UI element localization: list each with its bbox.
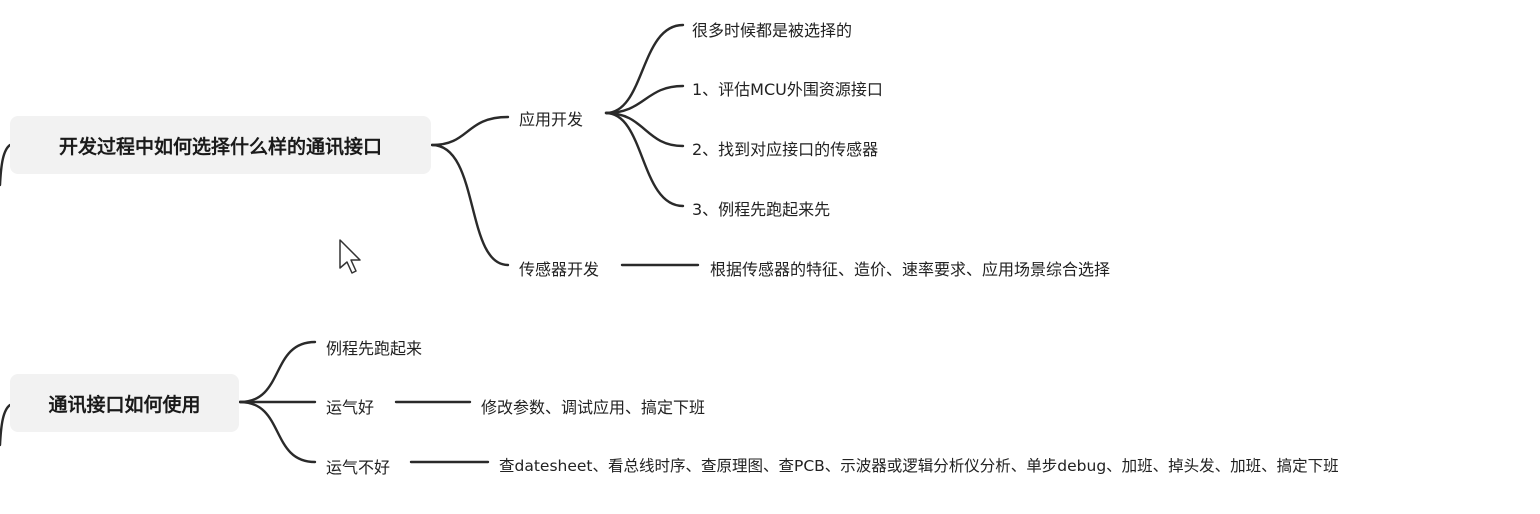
leaf-find-sensor[interactable]: 2、找到对应接口的传感器 [692,136,878,160]
leaf-evaluate-mcu[interactable]: 1、评估MCU外围资源接口 [692,76,883,100]
link-app-2 [604,111,685,148]
leaf-good-luck-steps[interactable]: 修改参数、调试应用、搞定下班 [481,394,705,418]
link-app-3 [604,111,685,208]
leaf-often-chosen[interactable]: 很多时候都是被选择的 [692,17,852,41]
parent-link-2 [0,403,12,447]
branch-run-example[interactable]: 例程先跑起来 [326,335,422,359]
link-root2-unlucky [238,400,317,464]
link-root1-app [430,115,510,147]
root-node-select-interface[interactable]: 开发过程中如何选择什么样的通讯接口 [10,116,431,174]
branch-sensor-development[interactable]: 传感器开发 [519,256,599,280]
parent-link-1 [0,143,12,187]
leaf-sensor-criteria[interactable]: 根据传感器的特征、造价、速率要求、应用场景综合选择 [710,256,1110,280]
root-node-how-to-use[interactable]: 通讯接口如何使用 [10,374,239,432]
leaf-bad-luck-steps[interactable]: 查datesheet、看总线时序、查原理图、查PCB、示波器或逻辑分析仪分析、单… [499,454,1339,476]
branch-bad-luck[interactable]: 运气不好 [326,454,390,478]
branch-good-luck[interactable]: 运气好 [326,394,374,418]
branch-app-development[interactable]: 应用开发 [519,106,583,130]
link-root1-sensor [430,143,510,267]
link-root2-example [238,340,317,404]
leaf-run-example[interactable]: 3、例程先跑起来先 [692,196,830,220]
mouse-cursor-icon [339,239,361,274]
